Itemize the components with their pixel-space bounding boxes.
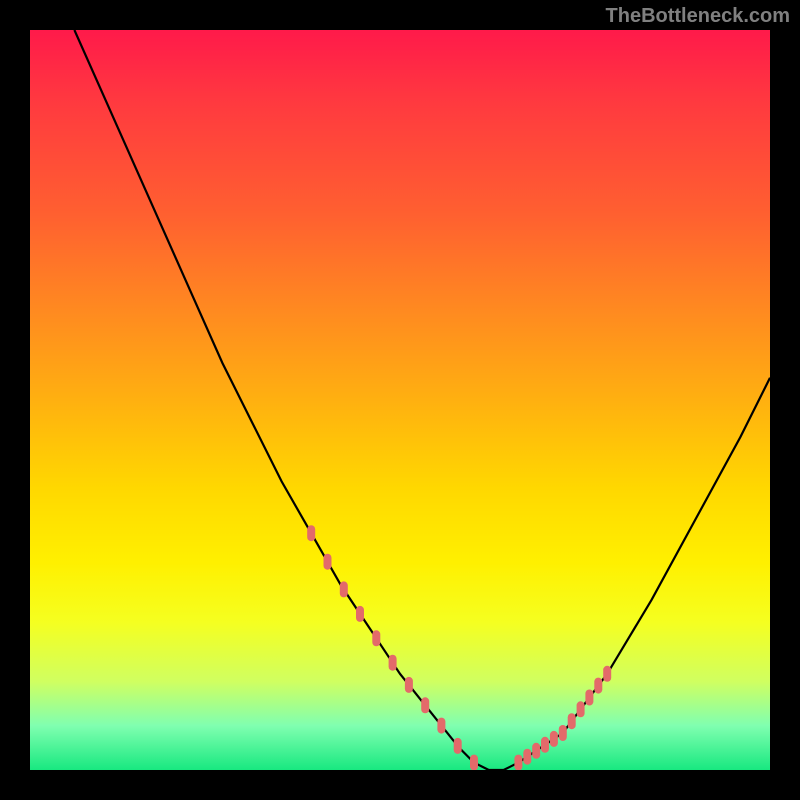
chart-container: TheBottleneck.com [0,0,800,800]
highlight-left [307,525,478,770]
highlight-marker [541,737,549,753]
highlight-marker [356,606,364,622]
highlight-marker [437,718,445,734]
watermark-text: TheBottleneck.com [606,5,790,28]
bottleneck-curve-line [74,30,770,770]
highlight-marker [514,755,522,770]
highlight-marker [421,697,429,713]
highlight-marker [340,581,348,597]
highlight-marker [603,666,611,682]
highlight-marker [577,701,585,717]
highlight-marker [324,554,332,570]
highlight-marker [307,525,315,541]
highlight-marker [585,690,593,706]
highlight-marker [405,677,413,693]
highlight-marker [389,655,397,671]
highlight-marker [568,713,576,729]
highlight-marker [454,738,462,754]
highlight-marker [523,749,531,765]
highlight-right [514,666,611,770]
plot-area [30,30,770,770]
highlight-marker [594,678,602,694]
highlight-marker [532,743,540,759]
highlight-marker [550,731,558,747]
highlight-marker [559,725,567,741]
highlight-marker [372,630,380,646]
curve-svg [30,30,770,770]
highlight-marker [470,755,478,770]
